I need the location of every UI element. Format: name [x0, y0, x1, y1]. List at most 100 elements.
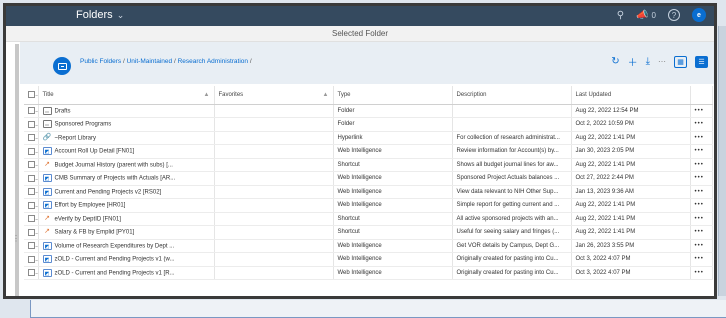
row-checkbox[interactable]: [28, 188, 35, 196]
row-more-actions-icon[interactable]: •••: [690, 131, 713, 145]
favorites-cell[interactable]: [214, 252, 334, 267]
title-cell[interactable]: ↗ Salary & FB by Emplid [PY01]: [38, 225, 215, 240]
more-options-icon[interactable]: ⋯: [658, 57, 666, 66]
avatar[interactable]: e: [692, 8, 706, 22]
row-checkbox[interactable]: [28, 120, 35, 128]
row-checkbox[interactable]: [28, 255, 35, 263]
favorites-cell[interactable]: [214, 266, 334, 280]
refresh-icon[interactable]: ↻: [611, 56, 619, 67]
row-more-actions-icon[interactable]: •••: [690, 225, 713, 240]
row-title[interactable]: Salary & FB by Emplid [PY01]: [55, 230, 135, 236]
row-title[interactable]: Volume of Research Expenditures by Dept …: [55, 243, 175, 249]
list-view-icon[interactable]: ☰: [695, 55, 708, 68]
breadcrumb-item-research-administration[interactable]: Research Administration: [178, 58, 248, 65]
grid-view-icon[interactable]: ▦: [674, 55, 687, 68]
table-row[interactable]: ◩ Volume of Research Expenditures by Dept…: [24, 239, 713, 253]
column-header-last-updated[interactable]: Last Updated: [571, 86, 691, 105]
favorites-cell[interactable]: [214, 171, 334, 186]
title-cell[interactable]: ◩ Current and Pending Projects v2 [RS02]: [38, 185, 215, 199]
title-cell[interactable]: ◩ zOLD - Current and Pending Projects v1 …: [38, 266, 215, 280]
splitter-grip-icon[interactable]: ⋮: [12, 234, 20, 243]
row-title[interactable]: zOLD - Current and Pending Projects v1 […: [55, 270, 175, 276]
row-checkbox[interactable]: [28, 269, 35, 277]
column-header-type[interactable]: Type: [333, 86, 453, 105]
row-more-actions-icon[interactable]: •••: [690, 252, 713, 267]
row-select-cell[interactable]: [24, 117, 39, 132]
row-more-actions-icon[interactable]: •••: [690, 239, 713, 253]
row-more-actions-icon[interactable]: •••: [690, 212, 713, 226]
favorites-cell[interactable]: [214, 212, 334, 226]
row-checkbox[interactable]: [28, 107, 35, 115]
sort-icon[interactable]: ▲: [204, 92, 210, 98]
select-all-checkbox[interactable]: [28, 91, 35, 99]
table-row[interactable]: ◩ CMB Summary of Projects with Actuals [A…: [24, 171, 713, 186]
row-checkbox[interactable]: [28, 242, 35, 250]
row-more-actions-icon[interactable]: •••: [690, 158, 713, 172]
table-row[interactable]: ◩ zOLD - Current and Pending Projects v1 …: [24, 266, 713, 280]
favorites-cell[interactable]: [214, 198, 334, 213]
table-row[interactable]: ◩ Account Roll Up Detail [FN01] Web Intell…: [24, 144, 713, 159]
favorites-cell[interactable]: [214, 225, 334, 240]
row-title[interactable]: Current and Pending Projects v2 [RS02]: [55, 189, 162, 195]
row-select-cell[interactable]: [24, 225, 39, 240]
row-select-cell[interactable]: [24, 131, 39, 145]
row-checkbox[interactable]: [28, 201, 35, 209]
row-checkbox[interactable]: [28, 228, 35, 236]
side-panel-splitter[interactable]: ⋮: [12, 44, 20, 296]
row-select-cell[interactable]: [24, 252, 39, 267]
title-cell[interactable]: ◩ CMB Summary of Projects with Actuals [A…: [38, 171, 215, 186]
title-cell[interactable]: 🔗 ~Report Library: [38, 131, 215, 145]
title-cell[interactable]: ▭ Drafts: [38, 104, 215, 118]
row-title[interactable]: Drafts: [55, 108, 71, 114]
breadcrumb-item-public-folders[interactable]: Public Folders: [80, 58, 121, 65]
row-title[interactable]: Effort by Employee [HR01]: [55, 203, 126, 209]
table-row[interactable]: ◩ Effort by Employee [HR01] Web Intelligen…: [24, 198, 713, 213]
table-row[interactable]: ↗ Budget Journal History (parent with sub…: [24, 158, 713, 172]
row-checkbox[interactable]: [28, 147, 35, 155]
column-header-favorites[interactable]: Favorites ▲: [214, 86, 334, 105]
favorites-cell[interactable]: [214, 104, 334, 118]
help-icon[interactable]: ?: [668, 9, 680, 21]
favorites-cell[interactable]: [214, 158, 334, 172]
row-select-cell[interactable]: [24, 198, 39, 213]
row-title[interactable]: ~Report Library: [55, 135, 97, 141]
row-more-actions-icon[interactable]: •••: [690, 266, 713, 280]
row-select-cell[interactable]: [24, 185, 39, 199]
row-more-actions-icon[interactable]: •••: [690, 198, 713, 213]
row-select-cell[interactable]: [24, 212, 39, 226]
row-title[interactable]: zOLD - Current and Pending Projects v1 (…: [55, 257, 175, 263]
row-checkbox[interactable]: [28, 134, 35, 142]
row-select-cell[interactable]: [24, 266, 39, 280]
title-cell[interactable]: ↗ eVerify by DeptID [FN01]: [38, 212, 215, 226]
download-icon[interactable]: ⤓: [646, 56, 650, 67]
row-title[interactable]: CMB Summary of Projects with Actuals [AR…: [55, 176, 176, 182]
table-row[interactable]: ↗ eVerify by DeptID [FN01] Shortcut All act…: [24, 212, 713, 226]
favorites-cell[interactable]: [214, 239, 334, 253]
sort-icon[interactable]: ▲: [323, 92, 329, 98]
title-cell[interactable]: ◩ Volume of Research Expenditures by Dept…: [38, 239, 215, 253]
table-row[interactable]: ▭ Sponsored Programs Folder Oct 2, 2022 10:…: [24, 117, 713, 132]
row-select-cell[interactable]: [24, 239, 39, 253]
row-select-cell[interactable]: [24, 158, 39, 172]
row-more-actions-icon[interactable]: •••: [690, 144, 713, 159]
row-title[interactable]: Budget Journal History (parent with subs…: [55, 162, 173, 168]
title-cell[interactable]: ◩ Account Roll Up Detail [FN01]: [38, 144, 215, 159]
table-row[interactable]: ◩ Current and Pending Projects v2 [RS02] W…: [24, 185, 713, 199]
row-select-cell[interactable]: [24, 144, 39, 159]
title-cell[interactable]: ◩ zOLD - Current and Pending Projects v1 …: [38, 252, 215, 267]
favorites-cell[interactable]: [214, 131, 334, 145]
row-checkbox[interactable]: [28, 161, 35, 169]
row-title[interactable]: Sponsored Programs: [55, 122, 112, 128]
app-title-menu[interactable]: Folders ⌄: [76, 9, 124, 21]
row-select-cell[interactable]: [24, 171, 39, 186]
add-icon[interactable]: ＋: [628, 54, 638, 69]
table-row[interactable]: 🔗 ~Report Library Hyperlink For collection …: [24, 131, 713, 145]
row-more-actions-icon[interactable]: •••: [690, 185, 713, 199]
title-cell[interactable]: ◩ Effort by Employee [HR01]: [38, 198, 215, 213]
column-header-description[interactable]: Description: [452, 86, 572, 105]
row-checkbox[interactable]: [28, 174, 35, 182]
favorites-cell[interactable]: [214, 144, 334, 159]
row-select-cell[interactable]: [24, 104, 39, 118]
favorites-cell[interactable]: [214, 117, 334, 132]
favorites-cell[interactable]: [214, 185, 334, 199]
